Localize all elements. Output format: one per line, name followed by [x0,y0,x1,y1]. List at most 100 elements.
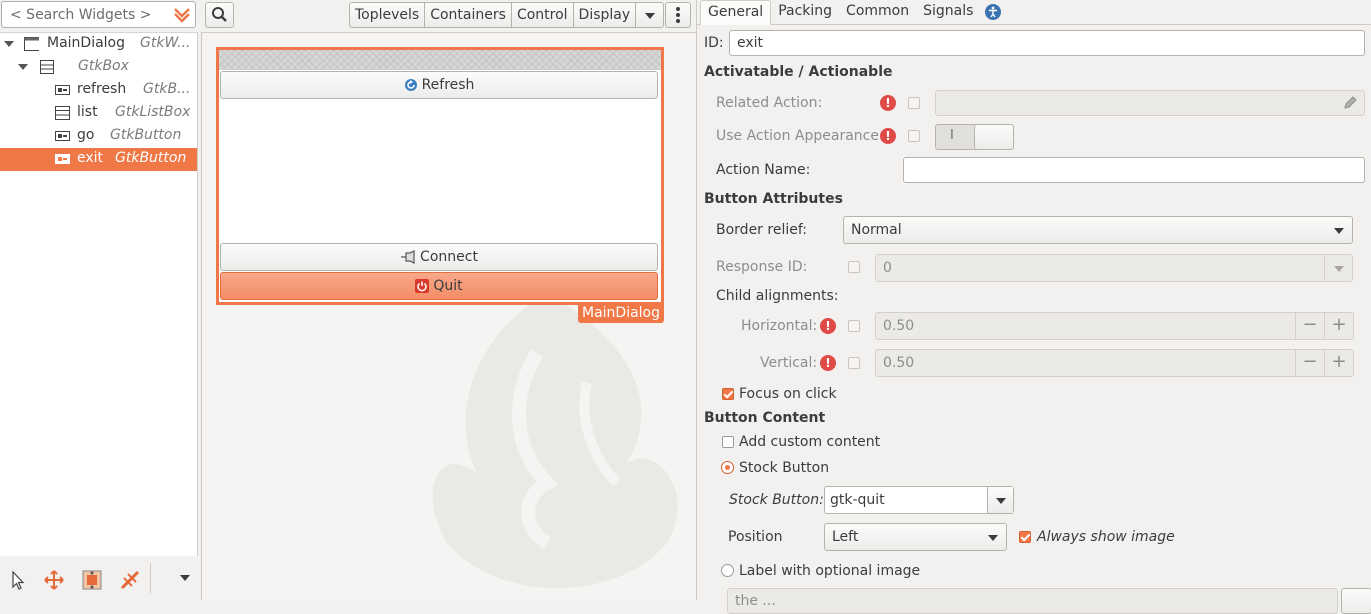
tree-row-name: MainDialog [47,35,126,51]
use-action-appearance-label: Use Action Appearance: [716,128,884,144]
palette-group-tabs: Toplevels Containers Control Display [349,2,665,28]
list-box-preview[interactable] [220,100,658,240]
decrement-button[interactable]: − [1295,350,1324,376]
tree-row-go[interactable]: go GtkButton [0,125,197,148]
tree-row-gtkbox[interactable]: GtkBox [0,56,197,79]
edit-mode-toolbar [0,560,198,600]
tab-signals[interactable]: Signals [916,0,980,25]
design-canvas[interactable]: Refresh Connect Quit MainDialog [201,32,696,600]
stock-button-radio[interactable] [721,461,734,474]
response-id-dropdown[interactable] [1324,255,1352,281]
vertical-label: Vertical: [760,355,818,371]
tab-common[interactable]: Common [839,0,916,25]
tree-row-name: exit [77,150,104,166]
horizontal-spin[interactable]: 0.50 − + [875,312,1354,340]
tree-row-refresh[interactable]: refresh GtkB... [0,79,197,102]
horizontal-label: Horizontal: [741,318,818,334]
position-combo[interactable]: Left [824,523,1007,551]
dialog-titlebar [219,50,661,70]
property-editor: General Packing Common Signals ID: exit … [696,0,1371,614]
border-relief-label: Border relief: [716,222,807,238]
tree-row-name: list [77,104,98,120]
stock-button-combo[interactable]: gtk-quit [824,486,1014,514]
tree-row-maindialog[interactable]: MainDialog GtkW... [0,33,197,56]
tree-row-type: GtkBox [78,58,129,74]
connect-icon [401,250,415,264]
tree-row-type: GtkB... [143,81,191,97]
label-text-input[interactable]: the ... [727,588,1338,614]
tab-accessibility[interactable] [980,0,1006,25]
border-relief-value: Normal [851,222,902,238]
pointer-icon[interactable] [6,568,30,592]
chevron-down-icon [1334,228,1344,234]
response-id-checkbox[interactable] [848,261,860,273]
chevron-down-icon [645,13,656,19]
button-icon [55,85,70,95]
focus-on-click-checkbox[interactable] [722,388,734,400]
horizontal-checkbox[interactable] [848,320,860,332]
property-tabs: General Packing Common Signals [697,0,1371,25]
increment-button[interactable]: + [1324,350,1353,376]
label-with-image-radio[interactable] [721,564,734,577]
quit-button-preview[interactable]: Quit [220,272,658,300]
position-label: Position [728,529,783,545]
increment-button[interactable]: + [1324,313,1353,339]
button-icon [55,154,70,164]
decrement-button[interactable]: − [1295,313,1324,339]
tab-toplevels[interactable]: Toplevels [349,2,426,28]
response-id-value: 0 [883,260,892,276]
tab-general[interactable]: General [700,0,772,25]
vertical-checkbox[interactable] [848,357,860,369]
margin-edit-icon[interactable] [80,568,104,592]
main-dialog-preview[interactable]: Refresh Connect Quit [216,47,664,305]
dialog-name-tag: MainDialog [578,303,665,323]
more-groups-button[interactable] [636,2,665,28]
chevron-down-icon[interactable] [173,5,191,23]
overflow-menu-button[interactable] [665,2,691,28]
warning-icon: ! [820,318,836,334]
connect-button-preview[interactable]: Connect [220,243,658,271]
window-icon [24,37,39,51]
tab-containers[interactable]: Containers [425,2,512,28]
use-action-appearance-switch[interactable]: I [935,124,1014,150]
chevron-down-icon[interactable] [180,575,190,581]
expander-open-icon[interactable] [4,41,14,47]
search-icon [212,7,227,22]
action-name-input[interactable] [903,157,1365,183]
widget-search-input[interactable]: < Search Widgets > [1,1,196,28]
use-action-appearance-checkbox[interactable] [908,130,920,142]
vertical-spin[interactable]: 0.50 − + [875,349,1354,377]
related-action-input[interactable] [935,90,1365,116]
search-placeholder: < Search Widgets > [10,7,152,23]
edit-pencil-icon[interactable] [1342,95,1358,111]
label-edit-button[interactable] [1341,588,1371,614]
id-input[interactable]: exit [729,30,1365,56]
tree-row-type: GtkW... [140,35,191,51]
border-relief-combo[interactable]: Normal [843,216,1353,244]
chevron-down-icon [1334,266,1344,272]
tab-packing[interactable]: Packing [771,0,839,25]
power-icon [415,279,430,293]
vertical-dots-icon [676,7,680,23]
related-action-checkbox[interactable] [908,97,920,109]
stock-button-dropdown[interactable] [987,487,1013,513]
always-show-image-checkbox[interactable] [1019,531,1031,543]
refresh-button-preview[interactable]: Refresh [220,71,658,99]
tree-row-list[interactable]: list GtkListBox [0,102,197,125]
quit-label: Quit [433,278,463,294]
section-button-attributes: Button Attributes [704,191,843,207]
alignment-edit-icon[interactable] [118,568,142,592]
response-id-combo[interactable]: 0 [875,254,1353,282]
palette-search-button[interactable] [205,2,234,28]
tree-row-exit[interactable]: exit GtkButton [0,148,197,171]
drag-resize-icon[interactable] [42,568,66,592]
tab-display[interactable]: Display [573,2,637,28]
widget-tree-panel: < Search Widgets > MainDialog GtkW... Gt… [0,0,198,600]
listbox-icon [55,106,70,120]
design-area: Toplevels Containers Control Display Ref… [201,0,696,600]
add-custom-content-checkbox[interactable] [722,436,734,448]
tab-control[interactable]: Control [511,2,574,28]
glade-watermark-icon [432,293,678,588]
tree-row-type: GtkButton [115,150,187,166]
expander-open-icon[interactable] [18,64,28,70]
